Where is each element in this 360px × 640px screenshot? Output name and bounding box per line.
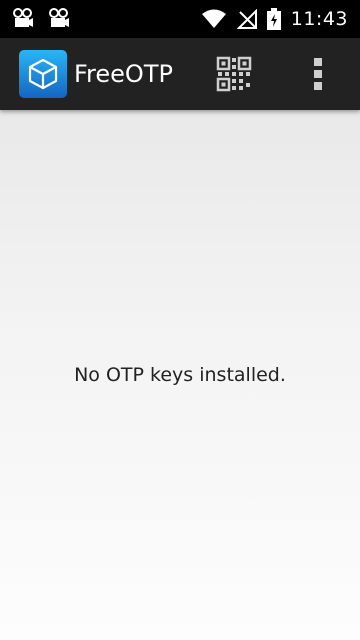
- scan-qr-button[interactable]: [212, 54, 256, 94]
- status-bar: 11:43: [0, 0, 360, 38]
- overflow-menu-button[interactable]: [298, 54, 338, 94]
- notification-icon: [49, 8, 69, 27]
- notification-icon: [13, 8, 33, 27]
- system-indicators: 11:43: [201, 0, 348, 38]
- token-list-area: No OTP keys installed.: [0, 110, 360, 640]
- empty-state-message: No OTP keys installed.: [74, 364, 286, 386]
- no-signal-icon: [236, 9, 257, 29]
- status-time: 11:43: [290, 8, 348, 30]
- battery-icon: [266, 8, 281, 30]
- notification-area: [12, 8, 70, 30]
- qr-code-icon: [216, 56, 252, 92]
- app-title: FreeOTP: [74, 60, 173, 88]
- app-logo-icon: [19, 50, 67, 98]
- overflow-menu-icon: [314, 58, 322, 90]
- app-bar: FreeOTP: [0, 38, 360, 110]
- wifi-icon: [201, 9, 226, 28]
